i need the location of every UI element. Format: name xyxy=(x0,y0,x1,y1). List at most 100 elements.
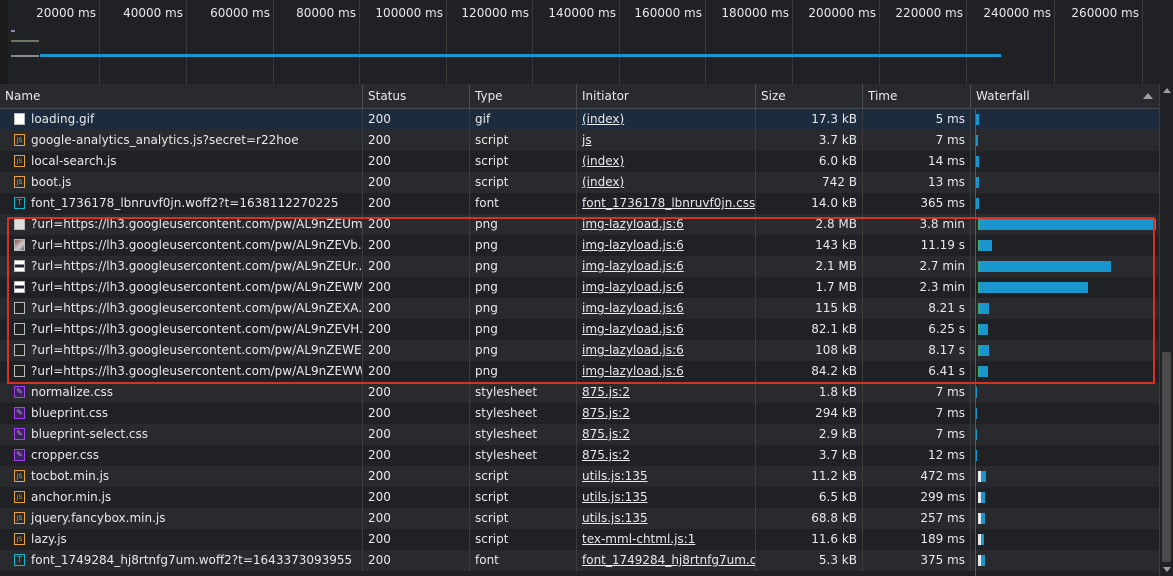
timeline-tick-label: 200000 ms xyxy=(808,6,876,20)
css-file-icon xyxy=(14,386,25,398)
initiator-link[interactable]: js xyxy=(577,130,756,151)
size-cell: 294 kB xyxy=(756,403,863,424)
waterfall-download-bar xyxy=(980,366,988,377)
time-cell: 8.17 s xyxy=(863,340,971,361)
table-row[interactable]: normalize.css 200 stylesheet 875.js:2 1.8 kB… xyxy=(0,382,1159,403)
time-cell: 6.41 s xyxy=(863,361,971,382)
image-file-icon xyxy=(14,344,25,356)
initiator-link[interactable]: 875.js:2 xyxy=(577,424,756,445)
initiator-link[interactable]: 875.js:2 xyxy=(577,403,756,424)
status-cell: 200 xyxy=(363,424,470,445)
waterfall-cell xyxy=(971,445,1159,466)
table-row[interactable]: cropper.css 200 stylesheet 875.js:2 3.7 kB 12… xyxy=(0,445,1159,466)
waterfall-cell xyxy=(971,382,1159,403)
table-row[interactable]: ?url=https://lh3.googleusercontent.com/p… xyxy=(0,361,1159,382)
initiator-link[interactable]: img-lazyload.js:6 xyxy=(577,235,756,256)
waterfall-cell xyxy=(971,508,1159,529)
table-row[interactable]: lazy.js 200 script tex-mml-chtml.js:1 11.6 k… xyxy=(0,529,1159,550)
scroll-up-arrow-icon[interactable] xyxy=(1163,88,1171,93)
type-cell: png xyxy=(470,214,577,235)
initiator-link[interactable]: utils.js:135 xyxy=(577,508,756,529)
table-row[interactable]: blueprint-select.css 200 stylesheet 875.js:… xyxy=(0,424,1159,445)
table-row[interactable]: ?url=https://lh3.googleusercontent.com/p… xyxy=(0,277,1159,298)
table-row[interactable]: boot.js 200 script (index) 742 B 13 ms xyxy=(0,172,1159,193)
initiator-link[interactable]: tex-mml-chtml.js:1 xyxy=(577,529,756,550)
waterfall-cell xyxy=(971,109,1159,130)
js-file-icon xyxy=(14,533,25,545)
gif-file-icon xyxy=(14,113,25,125)
initiator-link[interactable]: (index) xyxy=(577,109,756,130)
initiator-link[interactable]: 875.js:2 xyxy=(577,382,756,403)
initiator-link[interactable]: font_1736178_lbnruvf0jn.css xyxy=(577,193,756,214)
timeline-overview[interactable]: 20000 ms 40000 ms 60000 ms 80000 ms 100000 m… xyxy=(0,0,1173,85)
type-cell: png xyxy=(470,256,577,277)
table-row[interactable]: ?url=https://lh3.googleusercontent.com/p… xyxy=(0,298,1159,319)
table-row[interactable]: google-analytics_analytics.js?secret=r22… xyxy=(0,130,1159,151)
request-name-cell: font_1736178_lbnruvf0jn.woff2?t=16381122… xyxy=(0,193,363,214)
initiator-link[interactable]: img-lazyload.js:6 xyxy=(577,277,756,298)
column-header-size[interactable]: Size xyxy=(756,84,863,108)
time-cell: 189 ms xyxy=(863,529,971,550)
status-cell: 200 xyxy=(363,256,470,277)
time-cell: 365 ms xyxy=(863,193,971,214)
initiator-link[interactable]: img-lazyload.js:6 xyxy=(577,298,756,319)
request-name-cell: ?url=https://lh3.googleusercontent.com/p… xyxy=(0,298,363,319)
table-row[interactable]: blueprint.css 200 stylesheet 875.js:2 294 kB… xyxy=(0,403,1159,424)
table-row[interactable]: ?url=https://lh3.googleusercontent.com/p… xyxy=(0,256,1159,277)
request-name-cell: loading.gif xyxy=(0,109,363,130)
initiator-link[interactable]: utils.js:135 xyxy=(577,466,756,487)
scrollbar-thumb[interactable] xyxy=(1162,352,1171,562)
type-cell: stylesheet xyxy=(470,382,577,403)
table-row[interactable]: ?url=https://lh3.googleusercontent.com/p… xyxy=(0,235,1159,256)
table-row[interactable]: font_1736178_lbnruvf0jn.woff2?t=16381122… xyxy=(0,193,1159,214)
initiator-link[interactable]: img-lazyload.js:6 xyxy=(577,340,756,361)
waterfall-cell xyxy=(971,193,1159,214)
initiator-link[interactable]: utils.js:135 xyxy=(577,487,756,508)
column-header-initiator[interactable]: Initiator xyxy=(577,84,756,108)
table-row[interactable]: local-search.js 200 script (index) 6.0 kB 14 … xyxy=(0,151,1159,172)
size-cell: 108 kB xyxy=(756,340,863,361)
type-cell: script xyxy=(470,466,577,487)
time-cell: 299 ms xyxy=(863,487,971,508)
table-row[interactable]: ?url=https://lh3.googleusercontent.com/p… xyxy=(0,340,1159,361)
size-cell: 11.6 kB xyxy=(756,529,863,550)
size-cell: 17.3 kB xyxy=(756,109,863,130)
size-cell: 14.0 kB xyxy=(756,193,863,214)
column-header-time[interactable]: Time xyxy=(863,84,971,108)
size-cell: 82.1 kB xyxy=(756,319,863,340)
sort-ascending-icon[interactable] xyxy=(1143,93,1153,99)
size-cell: 5.3 kB xyxy=(756,550,863,571)
initiator-link[interactable]: font_1749284_hj8rtnfg7um.css xyxy=(577,550,756,571)
waterfall-download-bar xyxy=(978,471,986,482)
network-request-table: Name Status Type Initiator Size Time Wat… xyxy=(0,84,1173,576)
column-header-type[interactable]: Type xyxy=(470,84,577,108)
column-header-name[interactable]: Name xyxy=(0,84,363,108)
type-cell: stylesheet xyxy=(470,403,577,424)
vertical-scrollbar[interactable] xyxy=(1159,84,1173,576)
waterfall-download-bar xyxy=(980,261,1111,272)
column-header-status[interactable]: Status xyxy=(363,84,470,108)
overview-mini-bar xyxy=(11,40,39,42)
table-row[interactable]: font_1749284_hj8rtnfg7um.woff2?t=1643373… xyxy=(0,550,1159,571)
initiator-link[interactable]: 875.js:2 xyxy=(577,445,756,466)
initiator-link[interactable]: img-lazyload.js:6 xyxy=(577,256,756,277)
initiator-link[interactable]: (index) xyxy=(577,151,756,172)
size-cell: 115 kB xyxy=(756,298,863,319)
status-cell: 200 xyxy=(363,403,470,424)
table-row[interactable]: tocbot.min.js 200 script utils.js:135 11.2 k… xyxy=(0,466,1159,487)
timeline-tick-label: 260000 ms xyxy=(1071,6,1139,20)
time-cell: 2.3 min xyxy=(863,277,971,298)
table-row[interactable]: loading.gif 200 gif (index) 17.3 kB 5 ms xyxy=(0,109,1159,130)
table-row[interactable]: ?url=https://lh3.googleusercontent.com/p… xyxy=(0,319,1159,340)
table-row[interactable]: ?url=https://lh3.googleusercontent.com/p… xyxy=(0,214,1159,235)
initiator-link[interactable]: img-lazyload.js:6 xyxy=(577,361,756,382)
initiator-link[interactable]: (index) xyxy=(577,172,756,193)
column-header-waterfall[interactable]: Waterfall xyxy=(971,84,1159,108)
status-cell: 200 xyxy=(363,340,470,361)
initiator-link[interactable]: img-lazyload.js:6 xyxy=(577,214,756,235)
initiator-link[interactable]: img-lazyload.js:6 xyxy=(577,319,756,340)
scroll-down-arrow-icon[interactable] xyxy=(1163,567,1171,572)
table-row[interactable]: jquery.fancybox.min.js 200 script utils.js:… xyxy=(0,508,1159,529)
waterfall-download-bar xyxy=(976,135,978,146)
table-row[interactable]: anchor.min.js 200 script utils.js:135 6.5 kB… xyxy=(0,487,1159,508)
